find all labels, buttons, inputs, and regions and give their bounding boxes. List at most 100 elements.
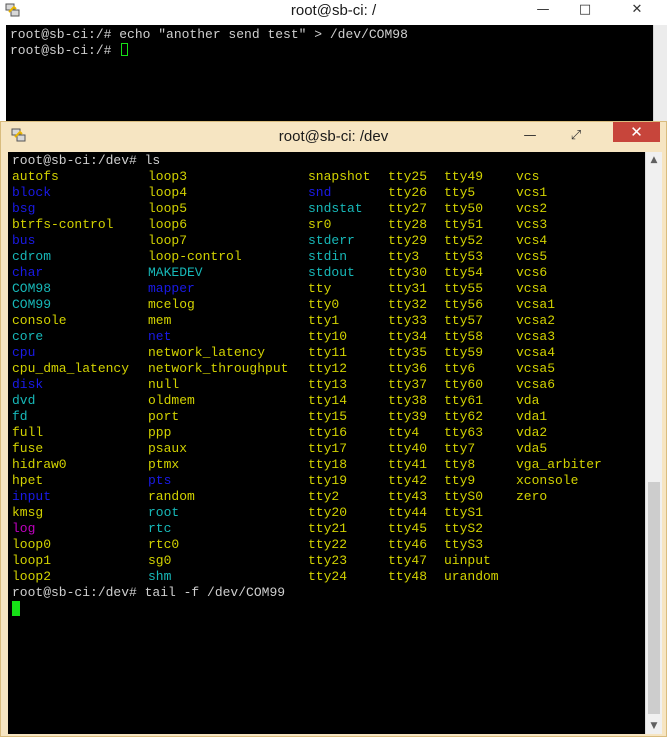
ls-entry: tty26 [388, 185, 428, 200]
ls-entry: uinput [444, 553, 491, 568]
ls-entry: mem [148, 313, 172, 328]
ls-entry: cdrom [12, 249, 52, 264]
ls-entry: tty33 [388, 313, 428, 328]
ls-entry: tty8 [444, 457, 476, 472]
ls-entry: tty5 [444, 185, 476, 200]
ls-entry: stderr [308, 233, 355, 248]
minimize-button[interactable]: — [528, 0, 558, 20]
ls-entry: zero [516, 489, 548, 504]
maximize-button[interactable]: □ [570, 0, 600, 20]
ls-entry: rtc [148, 521, 172, 536]
ls-entry: hidraw0 [12, 457, 67, 472]
ls-entry: vcsa2 [516, 313, 556, 328]
ls-entry: tty56 [444, 297, 484, 312]
ls-entry: stdout [308, 265, 355, 280]
scrollbar-thumb[interactable] [648, 482, 660, 714]
window-titlebar[interactable]: root@sb-ci: /dev — ⤢ ✕ [1, 122, 666, 152]
close-button[interactable]: ✕ [613, 122, 660, 142]
ls-entry: tty61 [444, 393, 484, 408]
minimize-button[interactable]: — [515, 126, 545, 146]
window-title: root@sb-ci: / [290, 2, 377, 19]
ls-entry: block [12, 185, 52, 200]
ls-entry: stdin [308, 249, 348, 264]
ls-entry: loop4 [148, 185, 188, 200]
ls-entry: tty42 [388, 473, 428, 488]
ls-entry: tty52 [444, 233, 484, 248]
ls-entry: tty25 [388, 169, 428, 184]
ls-entry: tty3 [388, 249, 420, 264]
ls-entry: tty35 [388, 345, 428, 360]
ls-entry: tty20 [308, 505, 348, 520]
ls-entry: tty0 [308, 297, 340, 312]
ls-entry: ttyS0 [444, 489, 484, 504]
ls-entry: tty44 [388, 505, 428, 520]
ls-entry: tty47 [388, 553, 428, 568]
ls-column: loop3 loop4 loop5 loop6 loop7 loop-control MAK… [148, 169, 288, 585]
ls-entry: tty11 [308, 345, 348, 360]
ls-entry: tty58 [444, 329, 484, 344]
ls-entry: vcs1 [516, 185, 548, 200]
ls-entry: tty63 [444, 425, 484, 440]
ls-entry: tty49 [444, 169, 484, 184]
ls-entry: disk [12, 377, 44, 392]
ls-entry: loop1 [12, 553, 52, 568]
ls-entry: tty40 [388, 441, 428, 456]
ls-entry: network_latency [148, 345, 266, 360]
ls-entry: vcsa4 [516, 345, 556, 360]
ls-entry: tty7 [444, 441, 476, 456]
ls-entry: tty24 [308, 569, 348, 584]
ls-entry: vcs6 [516, 265, 548, 280]
ls-entry: tty10 [308, 329, 348, 344]
ls-entry: tty36 [388, 361, 428, 376]
vertical-scrollbar[interactable]: ▲ ▼ [645, 152, 662, 734]
ls-column: vcs vcs1 vcs2 vcs3 vcs4 vcs5 vcs6 vcsa vcsa1 vcsa… [516, 169, 602, 505]
scroll-down-icon[interactable]: ▼ [646, 718, 662, 734]
vertical-scrollbar[interactable] [653, 25, 667, 126]
ls-entry: fuse [12, 441, 44, 456]
terminal-line: root@sb-ci:/# echo "another send test" >… [10, 27, 408, 42]
ls-entry: xconsole [516, 473, 579, 488]
ls-entry: tty16 [308, 425, 348, 440]
close-button[interactable]: ✕ [617, 0, 657, 20]
ls-entry: tty60 [444, 377, 484, 392]
ls-entry: tty9 [444, 473, 476, 488]
ls-entry: tty21 [308, 521, 348, 536]
ls-entry: vcs4 [516, 233, 548, 248]
ls-entry: tty19 [308, 473, 348, 488]
ls-entry: tty22 [308, 537, 348, 552]
ls-entry: core [12, 329, 44, 344]
terminal-screen[interactable]: root@sb-ci:/# echo "another send test" >… [6, 25, 653, 126]
ls-entry: sndstat [308, 201, 363, 216]
ls-entry: ttyS1 [444, 505, 484, 520]
maximize-button[interactable]: ⤢ [561, 126, 591, 146]
ls-entry: ttyS2 [444, 521, 484, 536]
terminal-prompt-line: root@sb-ci:/# [10, 43, 129, 59]
terminal-window-dev[interactable]: root@sb-ci: /dev — ⤢ ✕ root@sb-ci:/dev# … [0, 121, 667, 737]
ls-entry: dvd [12, 393, 36, 408]
ls-entry: autofs [12, 169, 59, 184]
ls-entry: vcsa3 [516, 329, 556, 344]
ls-entry: tty43 [388, 489, 428, 504]
terminal-window-root[interactable]: root@sb-ci: / — □ ✕ root@sb-ci:/# echo "… [0, 0, 667, 126]
ls-entry: pts [148, 473, 172, 488]
ls-entry: input [12, 489, 52, 504]
window-titlebar[interactable]: root@sb-ci: / — □ ✕ [0, 0, 667, 25]
ls-entry: fd [12, 409, 28, 424]
ls-entry: tty28 [388, 217, 428, 232]
ls-entry: vda2 [516, 425, 548, 440]
ls-entry: vcs [516, 169, 540, 184]
ls-entry: tty [308, 281, 332, 296]
scroll-up-icon[interactable]: ▲ [646, 152, 662, 168]
terminal-screen[interactable]: root@sb-ci:/dev# ls autofs block bsg btrfs-… [8, 152, 645, 734]
ls-entry: MAKEDEV [148, 265, 203, 280]
ls-entry: tty62 [444, 409, 484, 424]
ls-entry: ttyS3 [444, 537, 484, 552]
ls-entry: tty37 [388, 377, 428, 392]
text-cursor [12, 601, 20, 616]
text-cursor [121, 43, 129, 56]
ls-entry: tty38 [388, 393, 428, 408]
ls-entry: tty41 [388, 457, 428, 472]
ls-entry: tty51 [444, 217, 484, 232]
ls-entry: vcs5 [516, 249, 548, 264]
ls-entry: loop7 [148, 233, 188, 248]
